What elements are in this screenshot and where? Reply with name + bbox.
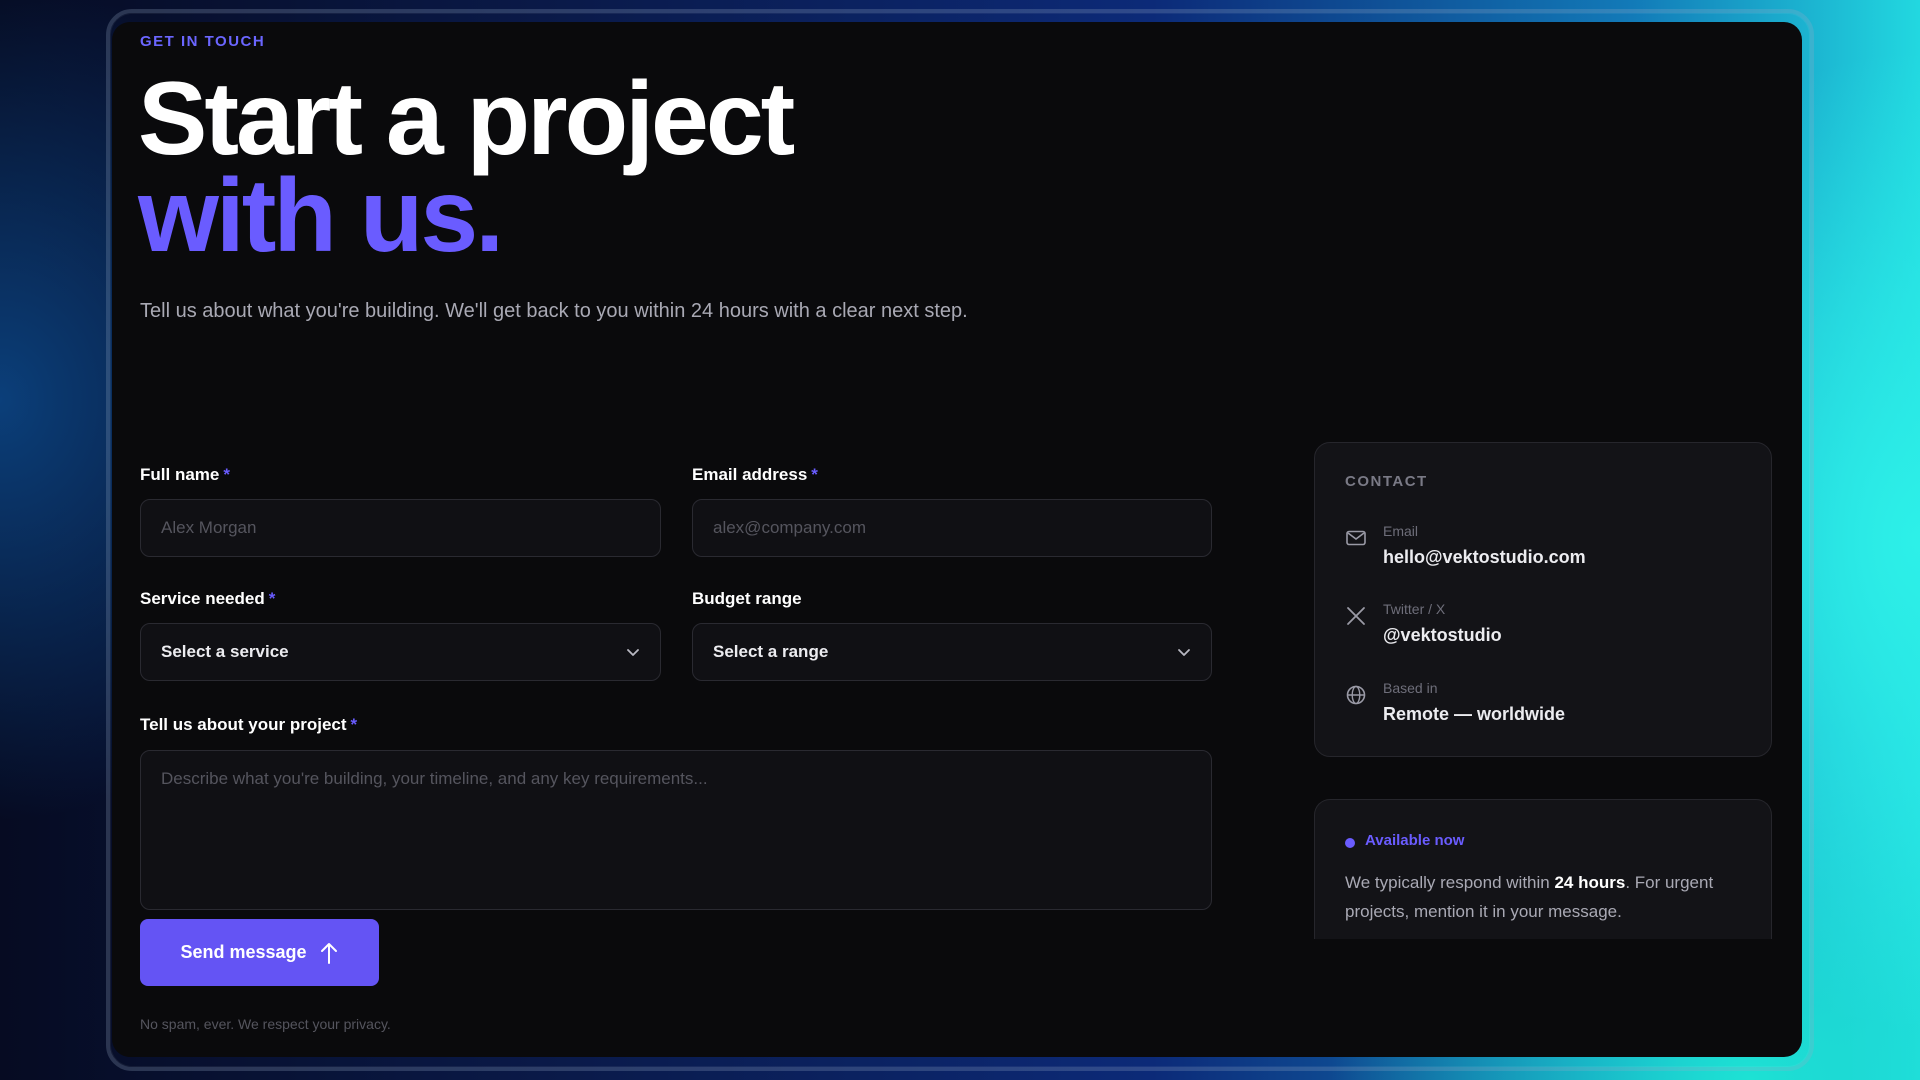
required-mark: *: [350, 715, 358, 734]
service-select[interactable]: Select a service: [140, 623, 661, 681]
globe-icon: [1346, 685, 1366, 705]
email-label: Email address *: [692, 465, 818, 485]
contact-card: GET IN TOUCH Start a project with us. Te…: [112, 22, 1802, 1057]
project-textarea[interactable]: Describe what you're building, your time…: [140, 750, 1212, 910]
send-message-label: Send message: [180, 942, 307, 962]
send-message-button[interactable]: Send message: [140, 919, 379, 986]
mail-icon: [1346, 530, 1366, 546]
service-label-text: Service needed: [140, 589, 265, 608]
service-label: Service needed *: [140, 589, 275, 609]
contact-twitter-label: Twitter / X: [1383, 601, 1446, 617]
contact-email-label: Email: [1383, 523, 1419, 539]
availability-panel: Available now We typically respond withi…: [1314, 799, 1772, 939]
eyebrow-label: GET IN TOUCH: [140, 33, 266, 50]
project-label-text: Tell us about your project: [140, 715, 347, 734]
budget-label-text: Budget range: [692, 589, 802, 608]
contact-title: CONTACT: [1345, 473, 1428, 490]
full-name-placeholder: Alex Morgan: [161, 518, 257, 537]
email-field[interactable]: alex@company.com: [692, 499, 1212, 557]
status-dot-icon: [1345, 838, 1355, 848]
contact-location-value: Remote — worldwide: [1383, 704, 1566, 724]
contact-twitter-value[interactable]: @vektostudio: [1383, 625, 1502, 646]
contact-email-value[interactable]: hello@vektostudio.com: [1383, 547, 1586, 568]
privacy-note: No spam, ever. We respect your privacy.: [140, 1016, 391, 1032]
budget-select-value: Select a range: [713, 642, 829, 661]
budget-select[interactable]: Select a range: [692, 623, 1212, 681]
availability-status: Available now: [1365, 832, 1465, 849]
budget-label: Budget range: [692, 589, 802, 609]
full-name-label-text: Full name: [140, 465, 220, 484]
email-label-text: Email address: [692, 465, 808, 484]
service-select-value: Select a service: [161, 642, 289, 661]
availability-text: We typically respond within 24 hours. Fo…: [1345, 868, 1745, 926]
intro-text: Tell us about what you're building. We'l…: [140, 300, 968, 322]
page-title: Start a project: [138, 61, 795, 177]
required-mark: *: [268, 589, 276, 608]
arrow-up-icon: [320, 942, 337, 964]
full-name-field[interactable]: Alex Morgan: [140, 499, 661, 557]
project-placeholder: Describe what you're building, your time…: [161, 769, 708, 788]
page-title-accent: with us.: [138, 158, 504, 274]
email-placeholder: alex@company.com: [713, 518, 866, 537]
contact-panel: CONTACT Email hello@vektostudio.com Twit…: [1314, 442, 1772, 757]
contact-location-label: Based in: [1383, 680, 1438, 696]
project-label: Tell us about your project *: [140, 715, 357, 735]
chevron-down-icon: [627, 649, 639, 656]
availability-text-before: We typically respond within: [1345, 873, 1555, 892]
availability-text-bold: 24 hours: [1554, 873, 1626, 892]
full-name-label: Full name *: [140, 465, 230, 485]
required-mark: *: [223, 465, 230, 484]
x-twitter-icon: [1347, 607, 1365, 625]
chevron-down-icon: [1178, 649, 1190, 656]
required-mark: *: [811, 465, 818, 484]
